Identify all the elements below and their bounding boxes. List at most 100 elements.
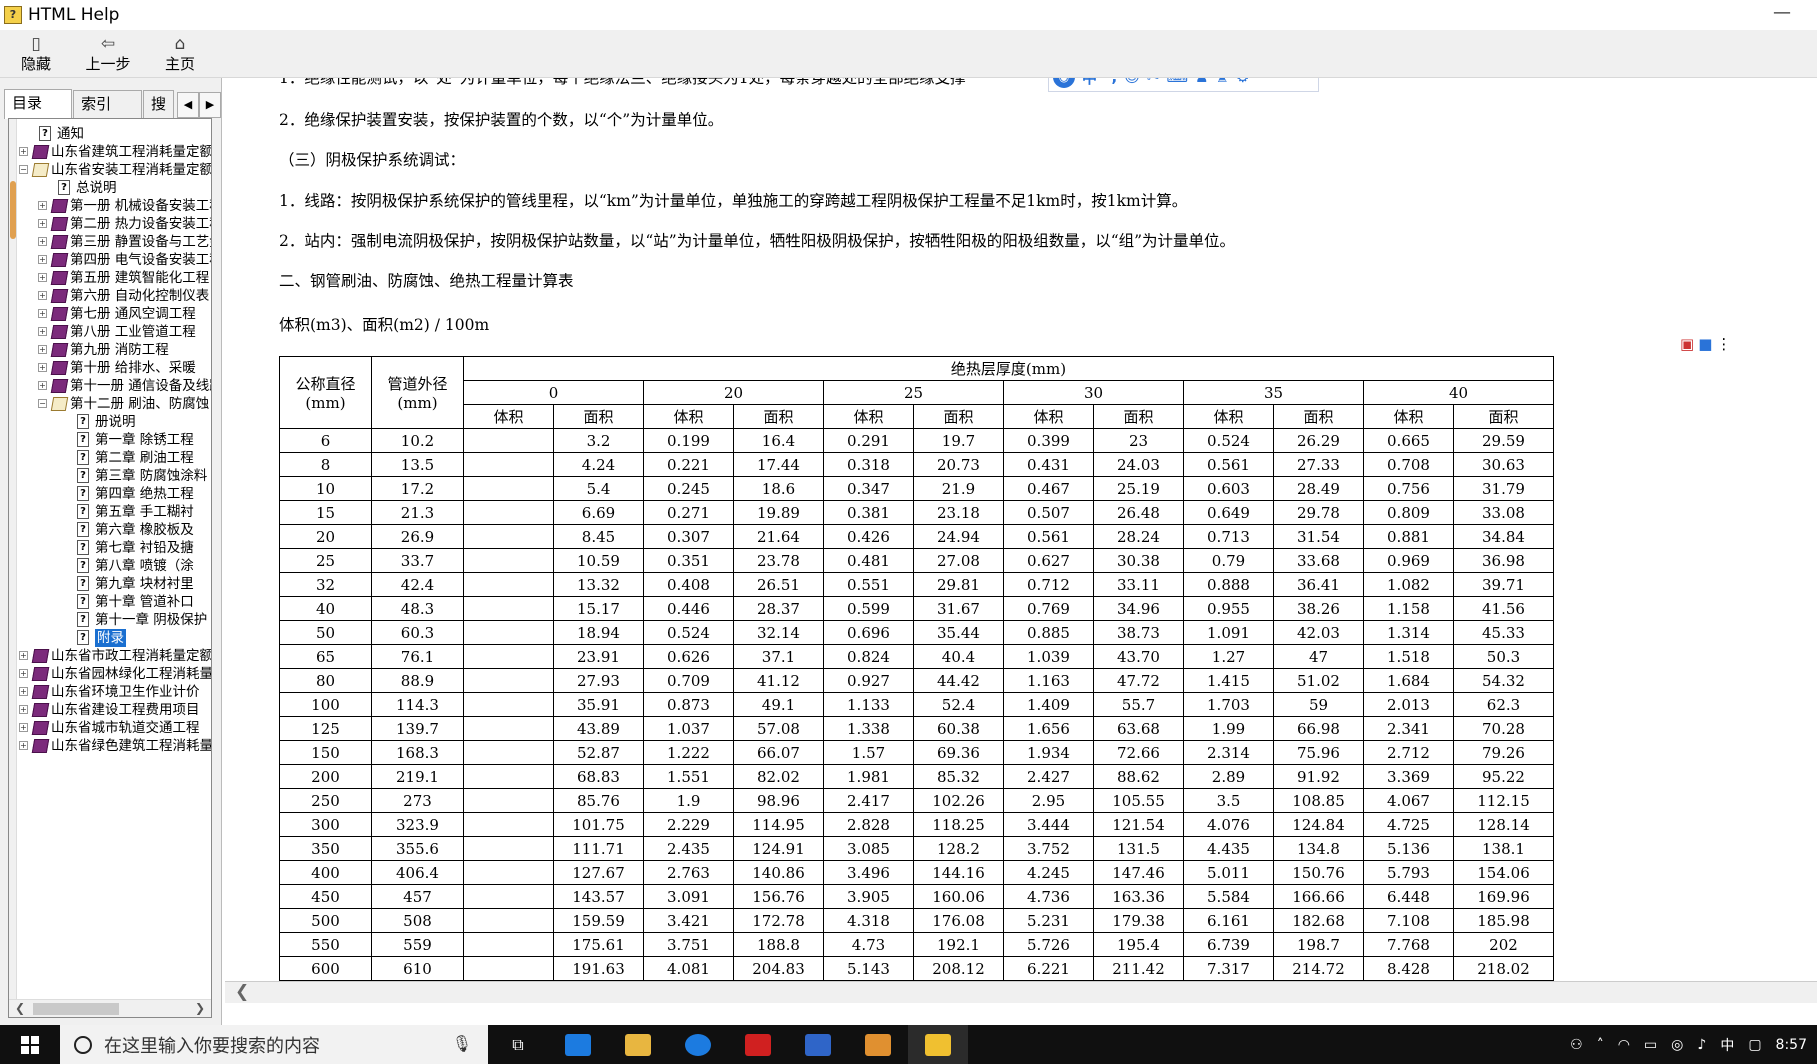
app-star-icon[interactable]	[548, 1025, 608, 1064]
more-icon[interactable]: ⋮	[1716, 335, 1731, 353]
expand-icon[interactable]: +	[38, 201, 47, 210]
battery-icon[interactable]: ▭	[1644, 1037, 1657, 1053]
ime-person-icon[interactable]: ♟	[1195, 78, 1208, 86]
tree-item[interactable]: + 第八册 工业管道工程	[17, 323, 211, 341]
tab-contents[interactable]: 目录(C)	[4, 89, 73, 138]
expand-icon[interactable]: +	[38, 381, 47, 390]
tree-item[interactable]: − 第十二册 刷油、防腐蚀	[17, 395, 211, 413]
expand-icon[interactable]: +	[38, 345, 47, 354]
tree-scroll-thumb[interactable]	[10, 181, 16, 239]
hide-button[interactable]: ▯ 隐藏	[0, 30, 72, 78]
tree-item[interactable]: ? 通知	[17, 125, 211, 143]
tree-item[interactable]: + 山东省园林绿化工程消耗量	[17, 665, 211, 683]
expand-icon[interactable]: +	[38, 273, 47, 282]
ime-settings-icon[interactable]: ⚙	[1236, 78, 1249, 86]
collapse-icon[interactable]: −	[38, 399, 47, 408]
wechat-icon[interactable]: ◎	[1671, 1037, 1683, 1053]
tree-item[interactable]: + 第四册 电气设备安装工程	[17, 251, 211, 269]
tree-item[interactable]: + 第六册 自动化控制仪表	[17, 287, 211, 305]
expand-icon[interactable]: +	[19, 651, 28, 660]
red-app-icon[interactable]	[728, 1025, 788, 1064]
tree-item[interactable]: + 山东省建筑工程消耗量定额	[17, 143, 211, 161]
tab-scroll-left-icon[interactable]: ◀	[177, 92, 199, 118]
scroll-right-icon[interactable]: ❯	[195, 1001, 205, 1015]
tree-item[interactable]: − 山东省安装工程消耗量定额	[17, 161, 211, 179]
people-icon[interactable]: ⚇	[1570, 1037, 1583, 1053]
expand-icon[interactable]: +	[38, 363, 47, 372]
tree-item[interactable]: ? 第四章 绝热工程	[17, 485, 211, 503]
tab-index[interactable]: 索引(N)	[73, 90, 142, 139]
network-icon[interactable]: ◠	[1618, 1037, 1630, 1053]
ime-skin-icon[interactable]: ♜	[1216, 78, 1229, 86]
expand-icon[interactable]: +	[19, 687, 28, 696]
tree-horizontal-scrollbar[interactable]: ❮ ❯	[9, 999, 211, 1017]
tree-item[interactable]: + 山东省市政工程消耗量定额	[17, 647, 211, 665]
tree-item[interactable]: ? 第三章 防腐蚀涂料	[17, 467, 211, 485]
scroll-left-icon[interactable]: ❮	[15, 1001, 25, 1015]
tab-scroll-right-icon[interactable]: ▶	[199, 92, 221, 118]
tree-item[interactable]: + 第五册 建筑智能化工程	[17, 269, 211, 287]
content-scroll-left-icon[interactable]: ❮	[235, 982, 249, 1002]
taskbar-search[interactable]: 在这里输入你要搜索的内容 🎙	[60, 1025, 488, 1064]
tree-item[interactable]: + 第三册 静置设备与工艺金属	[17, 233, 211, 251]
tree-item[interactable]: ? 第二章 刷油工程	[17, 449, 211, 467]
expand-icon[interactable]: +	[19, 669, 28, 678]
start-button[interactable]	[0, 1025, 60, 1064]
tree-item[interactable]: ? 第九章 块材衬里	[17, 575, 211, 593]
tree-item[interactable]: ? 册说明	[17, 413, 211, 431]
minimize-button[interactable]: —	[1773, 2, 1791, 23]
ime-keyboard-icon[interactable]: ⌨	[1166, 78, 1188, 86]
file-explorer-icon[interactable]	[608, 1025, 668, 1064]
user-icon[interactable]: ■	[1698, 335, 1712, 353]
home-button[interactable]: ⌂ 主页	[144, 30, 216, 78]
tree-item[interactable]: + 山东省绿色建筑工程消耗量	[17, 737, 211, 755]
expand-icon[interactable]: +	[19, 723, 28, 732]
tree-item[interactable]: + 第十一册 通信设备及线路	[17, 377, 211, 395]
wps-icon[interactable]	[788, 1025, 848, 1064]
tree-item[interactable]: + 第九册 消防工程	[17, 341, 211, 359]
expand-icon[interactable]: +	[19, 705, 28, 714]
tree-item[interactable]: ? 第七章 衬铅及搪	[17, 539, 211, 557]
ime-language-indicator[interactable]: 中	[1720, 1035, 1734, 1055]
ime-emoji-icon[interactable]: ☺	[1124, 78, 1140, 86]
tree-item[interactable]: ? 第五章 手工糊衬	[17, 503, 211, 521]
tree-item[interactable]: ? 第一章 除锈工程	[17, 431, 211, 449]
content-horizontal-scrollbar[interactable]: ❮	[225, 981, 1817, 1003]
ime-scissors-icon[interactable]: ✂	[1147, 78, 1160, 86]
ime-punct-toggle[interactable]: °,	[1104, 78, 1117, 86]
notification-icon[interactable]: ▢	[1748, 1037, 1761, 1053]
expand-icon[interactable]: +	[38, 327, 47, 336]
pdf-icon[interactable]: ▣	[1680, 335, 1694, 353]
tree-item[interactable]: ? 第六章 橡胶板及	[17, 521, 211, 539]
expand-icon[interactable]: +	[38, 291, 47, 300]
expand-icon[interactable]: +	[38, 219, 47, 228]
expand-icon[interactable]: +	[38, 237, 47, 246]
edge-browser-icon[interactable]	[668, 1025, 728, 1064]
tree-vertical-scrollbar[interactable]	[9, 119, 17, 999]
tree-item[interactable]: + 第一册 机械设备安装工程	[17, 197, 211, 215]
tree-hscroll-thumb[interactable]	[33, 1003, 119, 1015]
tree-item[interactable]: ? 第八章 喷镀（涂	[17, 557, 211, 575]
expand-icon[interactable]: +	[19, 147, 28, 156]
tree-item[interactable]: ? 附录	[17, 629, 211, 647]
back-button[interactable]: ⇦ 上一步	[72, 30, 144, 78]
tree-item[interactable]: ? 第十章 管道补口	[17, 593, 211, 611]
collapse-icon[interactable]: −	[19, 165, 28, 174]
tab-search[interactable]: 搜	[142, 90, 174, 118]
volume-icon[interactable]: ♪	[1697, 1037, 1706, 1053]
ime-user-icon[interactable]: ◉	[1053, 78, 1075, 88]
html-help-taskbar-icon[interactable]	[908, 1025, 968, 1064]
tree-item[interactable]: ? 总说明	[17, 179, 211, 197]
ime-chinese-toggle[interactable]: 中	[1082, 78, 1097, 88]
tree-item[interactable]: + 山东省城市轨道交通工程	[17, 719, 211, 737]
microphone-icon[interactable]: 🎙	[452, 1034, 472, 1053]
task-view-icon[interactable]: ⧉	[488, 1025, 548, 1064]
chevron-up-icon[interactable]: ˄	[1597, 1037, 1604, 1053]
notes-app-icon[interactable]	[848, 1025, 908, 1064]
tree-item[interactable]: + 第二册 热力设备安装工程	[17, 215, 211, 233]
expand-icon[interactable]: +	[38, 255, 47, 264]
tree-item[interactable]: + 山东省建设工程费用项目	[17, 701, 211, 719]
expand-icon[interactable]: +	[38, 309, 47, 318]
expand-icon[interactable]: +	[19, 741, 28, 750]
tree-item[interactable]: + 第七册 通风空调工程	[17, 305, 211, 323]
